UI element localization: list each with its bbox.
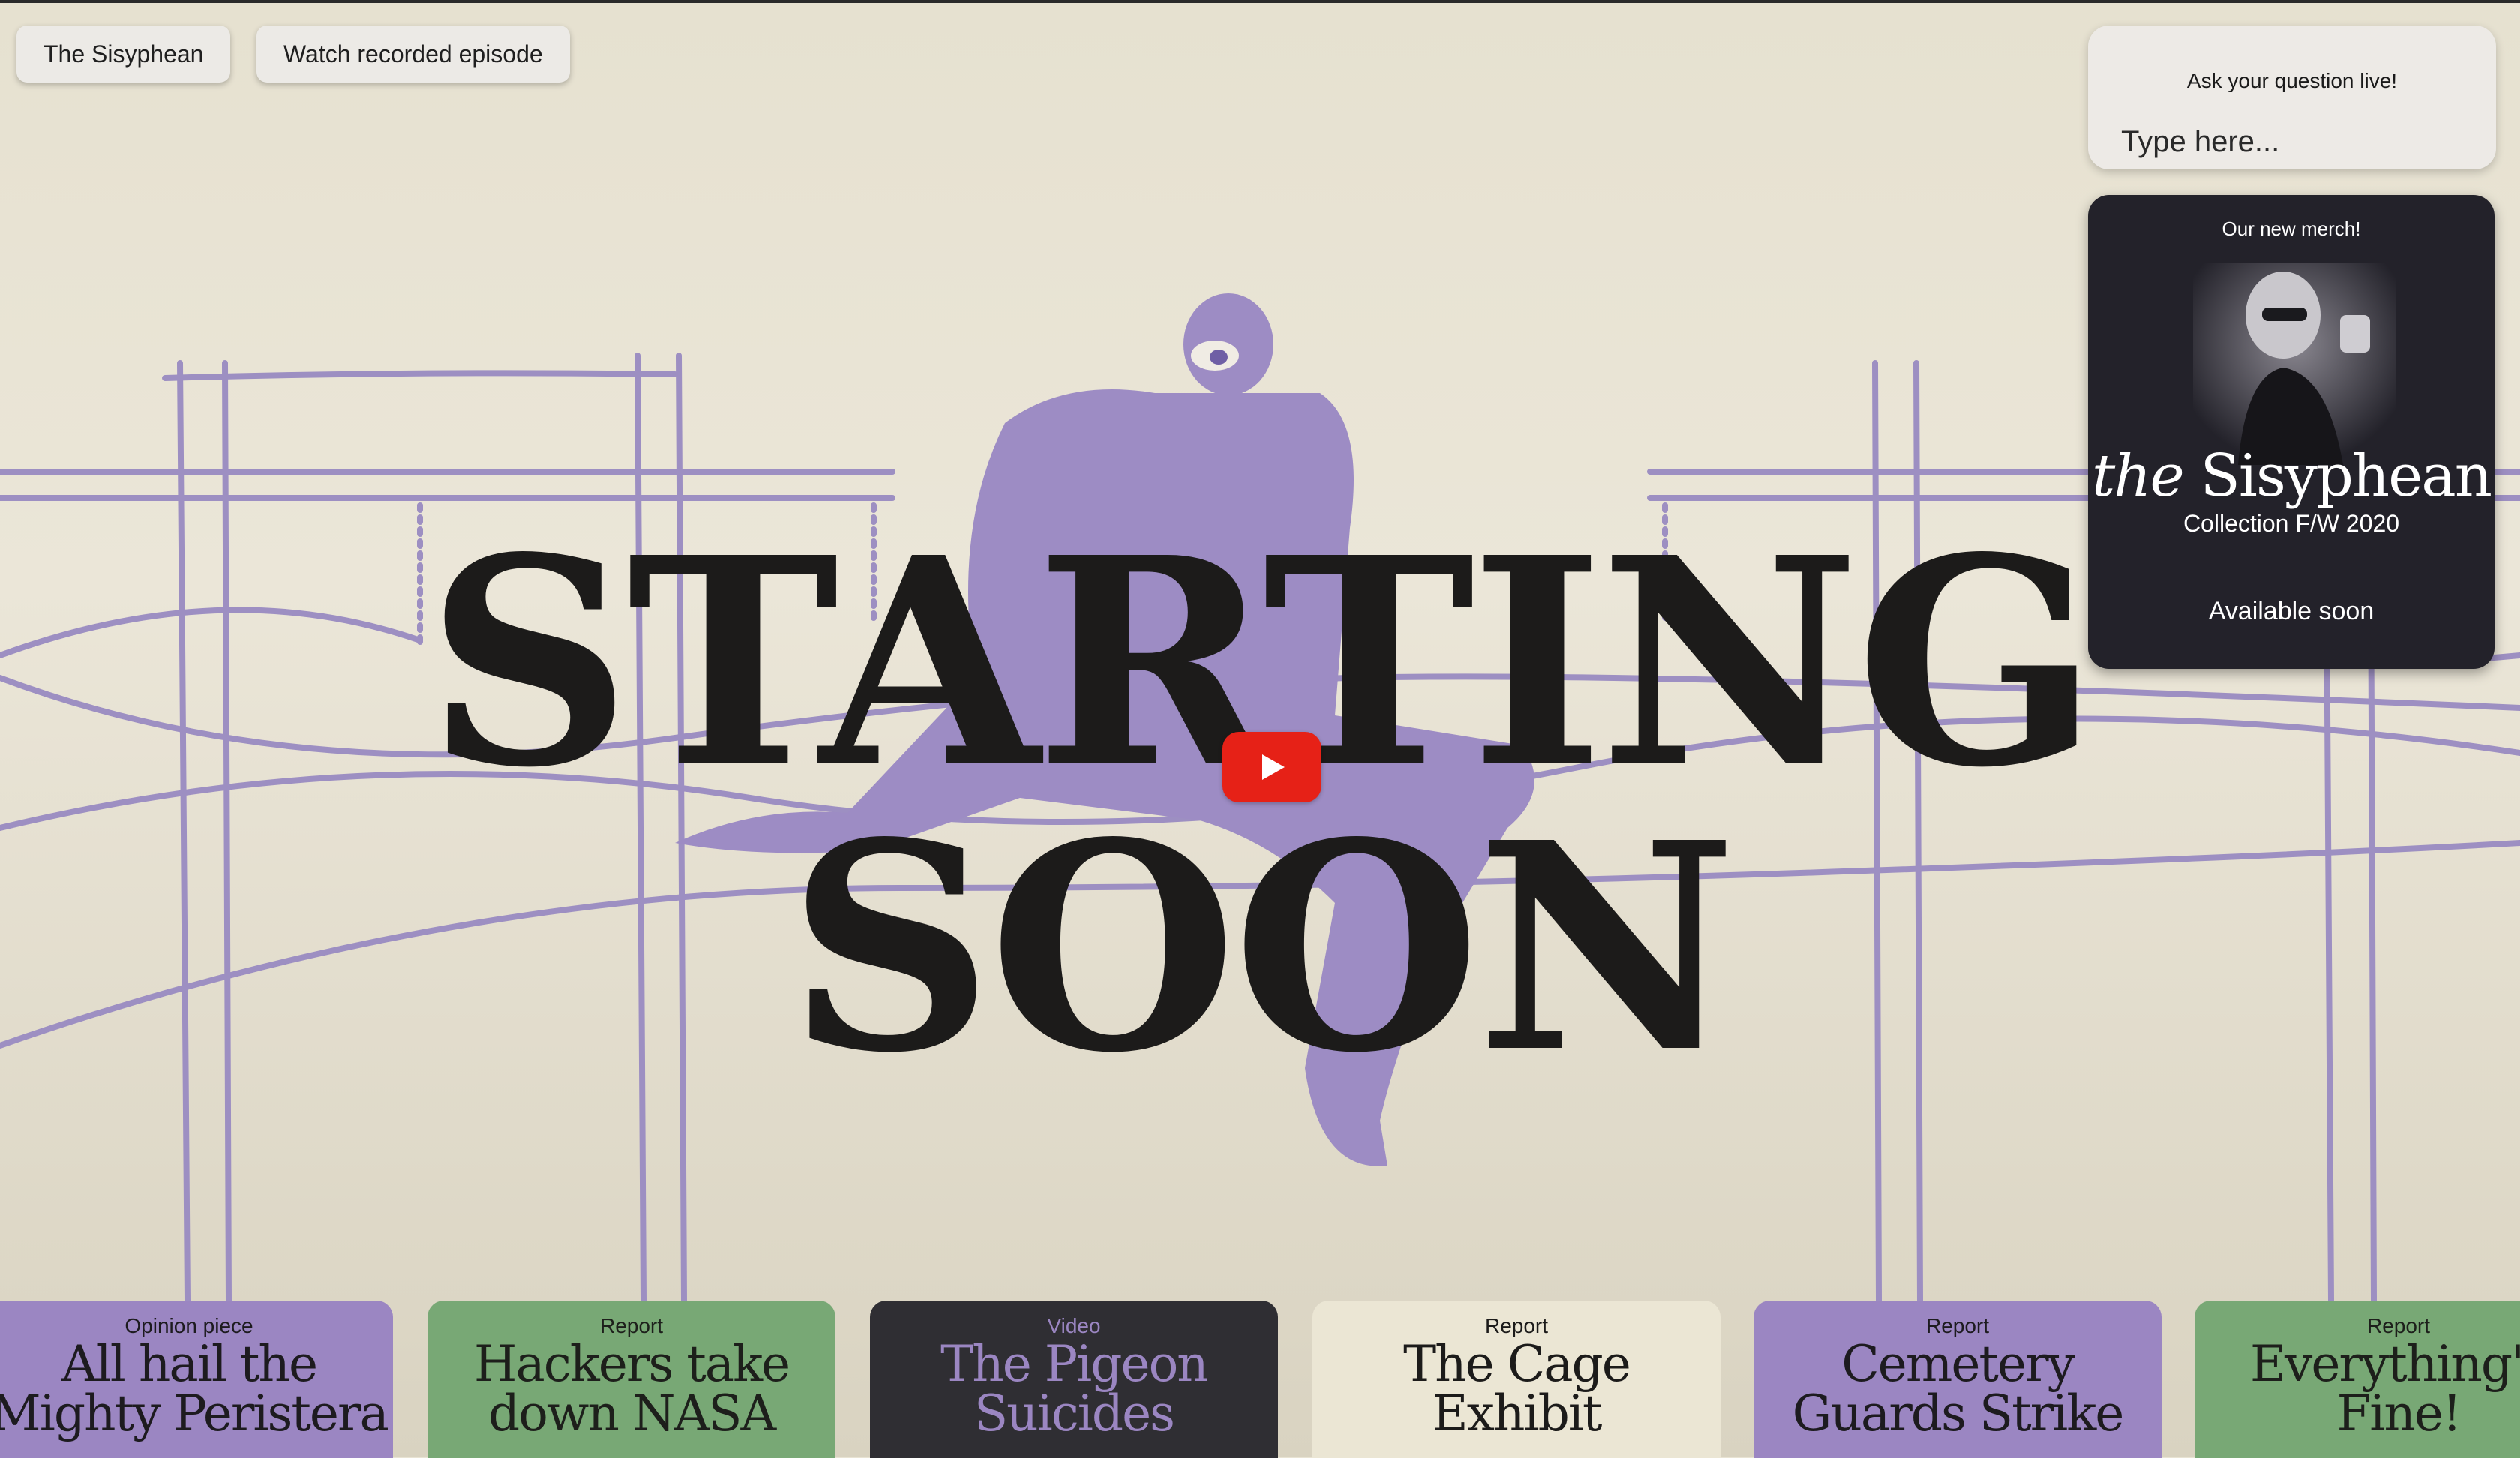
card-title: The Pigeon Suicides xyxy=(870,1340,1278,1438)
card-title-line2: Exhibit xyxy=(1432,1384,1603,1442)
merch-collection: Collection F/W 2020 xyxy=(2182,510,2400,537)
card-title-line2: down NASA xyxy=(488,1384,776,1442)
card-title-line1: Hackers take xyxy=(473,1335,790,1393)
card-title-line1: Everything's xyxy=(2249,1335,2520,1393)
question-input[interactable] xyxy=(2120,118,2468,165)
card-title: Cemetery Guards Strike xyxy=(1754,1340,2162,1438)
wordmark-main: Sisyphean xyxy=(2200,442,2493,510)
merch-availability: Available soon xyxy=(2208,597,2374,626)
ask-question-title: Ask your question live! xyxy=(2186,69,2398,92)
article-card[interactable]: Opinion piece All hail the Mighty Periste… xyxy=(0,1300,393,1458)
card-title: Everything's Fine! xyxy=(2194,1340,2520,1438)
merch-wordmark: the Sisyphean xyxy=(2088,442,2494,510)
starting-soon-line2: SOON xyxy=(788,780,1737,1115)
article-card[interactable]: Report The Cage Exhibit xyxy=(1312,1300,1720,1458)
card-title: The Cage Exhibit xyxy=(1312,1340,1720,1438)
merch-model-photo xyxy=(2193,262,2396,465)
card-title-line1: Cemetery xyxy=(1841,1335,2075,1393)
card-title-line2: Suicides xyxy=(974,1384,1175,1442)
card-title-line1: All hail the xyxy=(62,1335,318,1393)
card-title-line2: Guards Strike xyxy=(1792,1384,2125,1442)
brand-button[interactable]: The Sisyphean xyxy=(16,26,231,82)
article-card[interactable]: Report Everything's Fine! xyxy=(2194,1300,2520,1458)
play-icon xyxy=(1262,754,1285,780)
card-title-line2: Mighty Peristera xyxy=(0,1384,389,1442)
card-title-line1: The Cage xyxy=(1403,1335,1631,1393)
article-card[interactable]: Video The Pigeon Suicides xyxy=(870,1300,1278,1458)
card-title: All hail the Mighty Peristera xyxy=(0,1340,393,1438)
article-card[interactable]: Report Cemetery Guards Strike xyxy=(1754,1300,2162,1458)
watch-recorded-button[interactable]: Watch recorded episode xyxy=(256,26,570,82)
card-title: Hackers take down NASA xyxy=(428,1340,836,1438)
card-title-line1: The Pigeon xyxy=(940,1335,1209,1393)
article-card[interactable]: Report Hackers take down NASA xyxy=(428,1300,836,1458)
card-title-line2: Fine! xyxy=(2336,1384,2462,1442)
merch-label: Our new merch! xyxy=(2222,218,2361,240)
ask-question-panel: Ask your question live! xyxy=(2088,26,2496,170)
merch-panel[interactable]: Our new merch! the Sisyphean Collection … xyxy=(2088,195,2494,669)
wordmark-italic: the xyxy=(2091,442,2185,510)
play-button[interactable] xyxy=(1222,732,1322,802)
